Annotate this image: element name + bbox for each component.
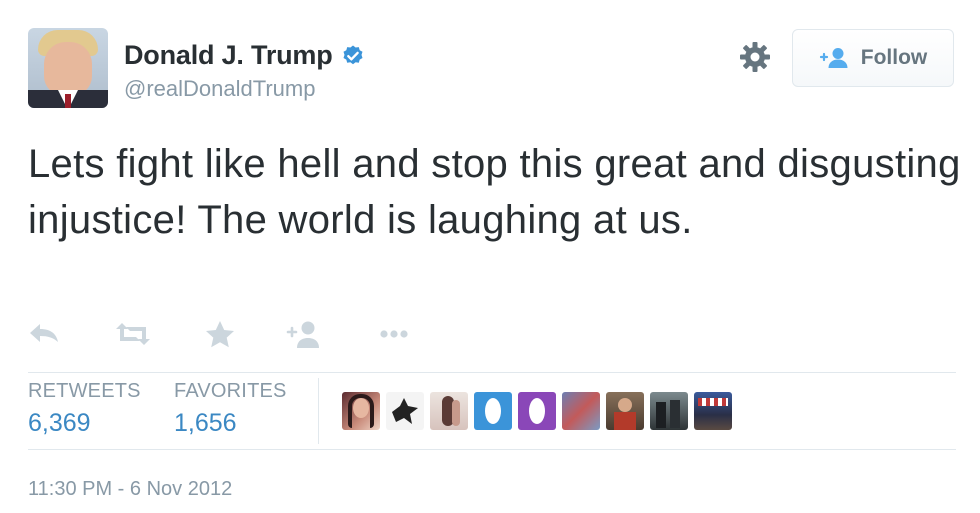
retweets-label: RETWEETS <box>28 380 141 402</box>
user-handle[interactable]: @realDonaldTrump <box>124 76 315 102</box>
add-user-icon <box>819 48 848 68</box>
favoriter-avatar[interactable] <box>386 392 424 430</box>
divider <box>28 449 956 450</box>
favoriter-avatar[interactable] <box>474 392 512 430</box>
follow-button-label: Follow <box>860 46 928 69</box>
retweets-count: 6,369 <box>28 409 91 437</box>
tweet-timestamp[interactable]: 11:30 PM - 6 Nov 2012 <box>28 478 232 501</box>
retweets-stat[interactable]: RETWEETS 6,369 <box>28 380 141 438</box>
verified-badge-icon <box>343 45 363 64</box>
star-icon[interactable] <box>204 318 236 350</box>
avatar-face <box>44 42 92 96</box>
favoriter-avatar[interactable] <box>430 392 468 430</box>
favoriter-avatar[interactable] <box>342 392 380 430</box>
tweet-actions <box>28 318 428 350</box>
favoriters-list <box>342 392 732 430</box>
stats-divider <box>318 378 319 444</box>
favoriter-avatar[interactable] <box>650 392 688 430</box>
favorites-count: 1,656 <box>174 409 237 437</box>
avatar[interactable] <box>28 28 108 108</box>
user-name-row[interactable]: Donald J. Trump <box>124 40 365 71</box>
follow-button[interactable]: Follow <box>792 29 954 87</box>
favoriter-avatar[interactable] <box>694 392 732 430</box>
follow-action-icon[interactable] <box>286 318 322 350</box>
favorites-stat[interactable]: FAVORITES 1,656 <box>174 380 287 438</box>
gear-icon[interactable] <box>738 40 772 74</box>
favoriter-avatar[interactable] <box>518 392 556 430</box>
avatar-tie <box>65 94 71 108</box>
favoriter-avatar[interactable] <box>562 392 600 430</box>
display-name[interactable]: Donald J. Trump <box>124 40 333 71</box>
tweet-text: Lets fight like hell and stop this great… <box>28 142 961 242</box>
favorites-label: FAVORITES <box>174 380 287 402</box>
reply-icon[interactable] <box>28 318 62 350</box>
more-dots-icon[interactable] <box>378 318 410 350</box>
favoriter-avatar[interactable] <box>606 392 644 430</box>
divider <box>28 372 956 373</box>
retweet-icon[interactable] <box>114 318 152 350</box>
